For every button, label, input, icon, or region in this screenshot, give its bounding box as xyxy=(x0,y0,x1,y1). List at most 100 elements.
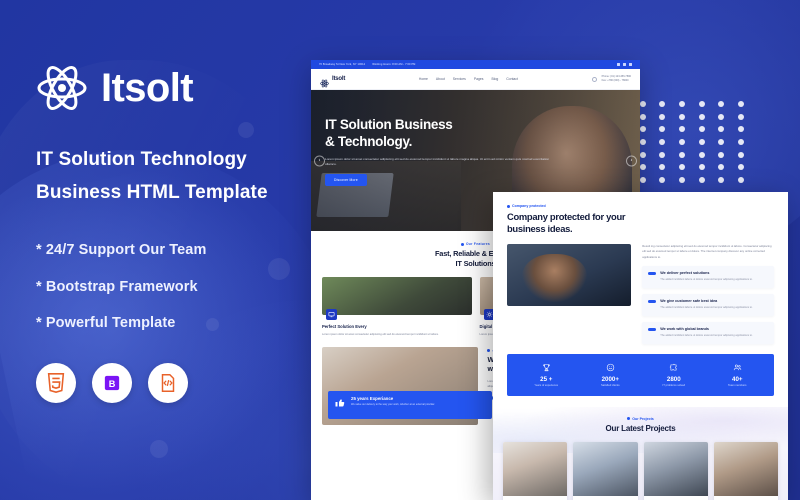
list-item: * 24/7 Support Our Team xyxy=(36,242,207,259)
promo-panel: Itsolt IT Solution Technology Business H… xyxy=(36,62,316,403)
about-eyebrow-text: Company protected xyxy=(512,204,546,208)
project-card-image xyxy=(643,441,708,496)
bootstrap-icon: B xyxy=(104,375,120,390)
accordion-body: The added incididunt labore ut dolore ei… xyxy=(660,306,753,310)
feature-card-title: Perfect Solution Every xyxy=(322,323,367,329)
project-card-caption: Hosting Website Innovations + xyxy=(573,496,637,500)
nav-item-about[interactable]: About xyxy=(436,77,445,81)
project-card[interactable]: Mobile Weather App Innovations + xyxy=(503,441,568,500)
template-preview-about[interactable]: Company protected Company protected for … xyxy=(493,192,788,500)
topbar-address: 70 Broadway St New York, NY 10012 xyxy=(319,63,366,66)
features-eyebrow-text: Our Features xyxy=(465,242,491,246)
twitter-icon[interactable] xyxy=(623,63,626,66)
nav-phone: Phone: (01) 123-456-7890 xyxy=(601,75,631,79)
accordion-header[interactable]: We deliver perfect solutions xyxy=(648,271,768,275)
monitor-icon xyxy=(326,308,337,320)
accordion-title: We deliver perfect solutions xyxy=(660,271,710,276)
stat-label: Team members xyxy=(728,383,747,387)
bullet-icon xyxy=(487,349,491,353)
stat-number: 2800 xyxy=(666,375,681,383)
site-topbar: 70 Broadway St New York, NY 10012 Workin… xyxy=(311,60,640,69)
stat-number: 25 + xyxy=(540,375,553,383)
site-logo-text: Itsolt xyxy=(332,76,346,82)
hero-title-line-2: & Technology. xyxy=(325,134,413,150)
hero-title: IT Solution Business & Technology. xyxy=(325,116,550,151)
topbar-hours: Working Hours: 8:00 AM - 7:00 PM xyxy=(372,63,416,66)
stat-label: Satisfied clients xyxy=(600,383,620,387)
accordion-title: We give customer safe best idea xyxy=(660,299,718,304)
nav-item-home[interactable]: Home xyxy=(419,77,428,81)
about-heading-line-1: Company protected for your xyxy=(507,211,626,222)
html5-badge xyxy=(36,362,76,403)
trophy-icon xyxy=(534,363,558,373)
facebook-icon[interactable] xyxy=(617,63,620,66)
stat-item: 25 + Years of experience xyxy=(534,363,558,387)
project-card[interactable]: Hosting Website Innovations + xyxy=(573,441,638,500)
about-heading-line-2: business ideas. xyxy=(507,223,573,235)
accordion-item[interactable]: We give customer safe best idea The adde… xyxy=(642,294,774,317)
bullet-icon xyxy=(627,417,631,421)
instagram-icon[interactable] xyxy=(629,63,632,66)
puzzle-icon xyxy=(662,363,685,373)
nav-item-pages[interactable]: Pages xyxy=(474,77,484,81)
about-eyebrow: Company protected xyxy=(507,204,774,208)
nav-menu[interactable]: Home About Services Pages Blog Contact xyxy=(419,77,518,81)
stat-item: 2800 IT problems solved xyxy=(662,363,685,387)
feature-card[interactable]: Perfect Solution Every Lorem ipsum dolor… xyxy=(322,276,472,337)
tagline-line-2: Business HTML Template xyxy=(36,181,268,203)
nav-right: Phone: (01) 123-456-7890 Fax: +780 (000)… xyxy=(591,75,631,83)
social-links[interactable] xyxy=(617,63,632,66)
projects-eyebrow: Our Projects xyxy=(493,417,788,421)
bokeh-dot xyxy=(150,440,168,458)
accordion-marker-icon xyxy=(648,271,657,275)
brand: Itsolt xyxy=(36,62,316,114)
feature-list: * 24/7 Support Our Team * Bootstrap Fram… xyxy=(36,243,316,331)
team-image-wrap: 25 years Experiance We value our deliver… xyxy=(322,346,493,425)
accordion-item[interactable]: We work with global brands The added inc… xyxy=(642,322,774,344)
project-card-image xyxy=(573,441,638,496)
dot-grid-decoration xyxy=(633,98,751,186)
project-card-caption: Mobile Weather App Innovations + xyxy=(503,496,567,500)
stat-item: 2000+ Satisfied clients xyxy=(601,363,620,387)
nav-item-services[interactable]: Services xyxy=(453,77,466,81)
nav-item-contact[interactable]: Contact xyxy=(506,77,518,81)
accordion-header[interactable]: We work with global brands xyxy=(648,327,768,331)
hero-body: Lorem ipsum dolor sit amet consectetur a… xyxy=(325,156,550,166)
nav-item-blog[interactable]: Blog xyxy=(491,77,498,81)
project-card-image xyxy=(713,441,778,496)
stat-item: 40+ Team members xyxy=(728,363,747,387)
experience-badge-title: 25 years Experiance xyxy=(351,395,394,401)
about-image-wrap xyxy=(507,243,632,344)
accordion-marker-icon xyxy=(648,299,657,303)
atom-icon xyxy=(320,75,329,87)
stat-number: 2000+ xyxy=(601,375,619,383)
technology-badges: B xyxy=(36,362,316,403)
bootstrap-badge: B xyxy=(92,362,132,403)
code-file-badge xyxy=(148,362,188,403)
experience-badge-body: We value our delivery to the way your wo… xyxy=(351,402,436,406)
project-card[interactable]: Network Solution Multimedia + xyxy=(643,441,708,500)
experience-badge: 25 years Experiance We value our deliver… xyxy=(328,390,493,419)
projects-section: Our Projects Our Latest Projects Mobile … xyxy=(493,406,788,500)
accordion-item[interactable]: We deliver perfect solutions The added i… xyxy=(642,266,774,289)
site-logo[interactable]: Itsolt xyxy=(320,75,346,87)
search-icon[interactable] xyxy=(591,76,597,82)
atom-icon xyxy=(36,62,88,114)
svg-text:B: B xyxy=(109,379,116,389)
accordion-header[interactable]: We give customer safe best idea xyxy=(648,299,768,303)
about-body: Result ing consectetur adipiscing elit s… xyxy=(642,243,772,259)
stat-label: Years of experience xyxy=(534,383,559,387)
stat-label: IT problems solved xyxy=(662,383,686,387)
nav-contact-info: Phone: (01) 123-456-7890 Fax: +780 (000)… xyxy=(602,75,631,83)
chevron-right-icon[interactable]: › xyxy=(626,155,637,166)
code-file-icon xyxy=(161,373,175,392)
feature-card-image xyxy=(322,276,472,315)
accordion-body: The added incididunt labore ut dolore ei… xyxy=(660,334,753,338)
project-card[interactable]: Hosting Website Innovations + xyxy=(713,441,778,500)
smile-icon xyxy=(601,363,620,373)
hero-title-line-1: IT Solution Business xyxy=(325,117,453,132)
discover-more-button[interactable]: Discover More xyxy=(325,174,367,187)
about-columns: Result ing consectetur adipiscing elit s… xyxy=(507,243,774,344)
project-card-caption: Hosting Website Innovations + xyxy=(714,496,778,500)
tagline-line-1: IT Solution Technology xyxy=(36,149,247,170)
